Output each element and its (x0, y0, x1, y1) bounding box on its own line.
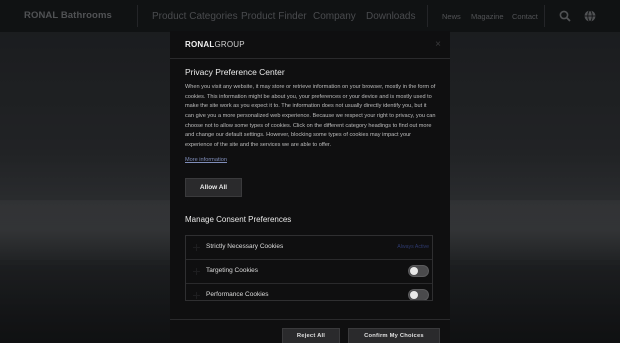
performance-toggle[interactable] (408, 289, 429, 300)
expand-plus-icon[interactable] (193, 268, 200, 275)
toggle-knob (410, 291, 418, 299)
category-label: Strictly Necessary Cookies (206, 243, 284, 250)
reject-all-button[interactable]: Reject All (282, 328, 340, 343)
brand-light: GROUP (214, 40, 245, 49)
allow-all-button[interactable]: Allow All (185, 178, 242, 197)
confirm-choices-button[interactable]: Confirm My Choices (348, 328, 440, 343)
more-information-link[interactable]: More information (185, 157, 227, 163)
close-icon[interactable]: × (435, 39, 441, 50)
category-strictly-necessary[interactable]: Strictly Necessary Cookies Always Active (186, 236, 432, 260)
category-label: Performance Cookies (206, 291, 269, 298)
cookie-categories: Strictly Necessary Cookies Always Active… (185, 235, 433, 301)
privacy-description: When you visit any website, it may store… (185, 84, 436, 148)
brand-bold: RONAL (185, 40, 215, 49)
targeting-toggle[interactable] (408, 265, 429, 277)
category-performance[interactable]: Performance Cookies (186, 284, 432, 300)
always-active-badge: Always Active (397, 244, 429, 250)
category-label: Targeting Cookies (206, 267, 259, 274)
modal-header: RONALGROUP × (170, 31, 450, 59)
category-targeting[interactable]: Targeting Cookies (186, 260, 432, 284)
privacy-center-title: Privacy Preference Center (185, 67, 285, 77)
privacy-preference-modal: RONALGROUP × Privacy Preference Center W… (170, 31, 450, 343)
ronal-group-logo: RONALGROUP (185, 40, 245, 49)
manage-consent-title: Manage Consent Preferences (185, 215, 292, 224)
expand-plus-icon[interactable] (193, 244, 200, 251)
expand-plus-icon[interactable] (193, 292, 200, 299)
toggle-knob (410, 267, 418, 275)
